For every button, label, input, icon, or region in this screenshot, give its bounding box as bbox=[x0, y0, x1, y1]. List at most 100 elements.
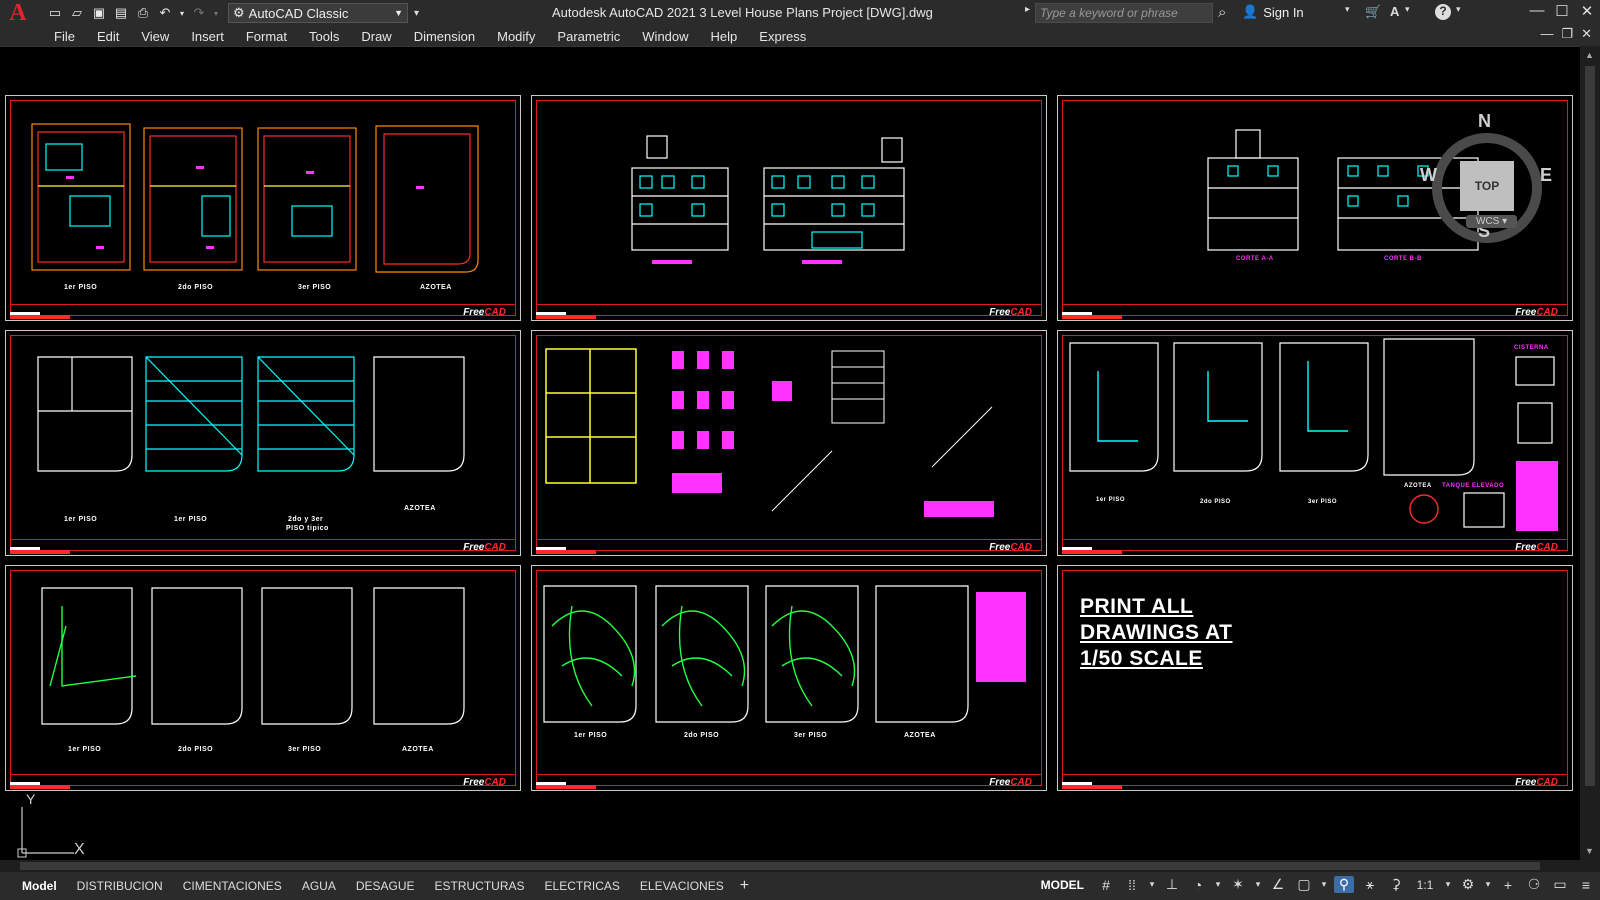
compass-north[interactable]: N bbox=[1478, 111, 1491, 132]
horizontal-scroll-thumb[interactable] bbox=[20, 862, 1540, 870]
vertical-scrollbar[interactable]: ▲ ▼ bbox=[1580, 46, 1600, 860]
redo-icon[interactable]: ↷ bbox=[190, 5, 208, 21]
save-as-icon[interactable]: ▤ bbox=[112, 5, 130, 21]
autodesk-a360-icon[interactable]: A bbox=[1390, 4, 1399, 19]
expand-arrow-icon[interactable]: ▸ bbox=[1025, 4, 1030, 15]
object-snap-dropdown-icon[interactable]: ▾ bbox=[1320, 879, 1328, 890]
help-icon[interactable]: ? bbox=[1435, 4, 1451, 20]
quick-properties-icon[interactable]: ▭ bbox=[1550, 876, 1570, 893]
sheet-drainage[interactable]: 1er PISO 2do PISO 3er PISO AZOTEA FreeCA… bbox=[5, 565, 521, 791]
doc-close-button[interactable]: ✕ bbox=[1581, 26, 1592, 42]
annotation-scale-icon[interactable]: ⚳ bbox=[1386, 876, 1406, 893]
sheet-elevations[interactable]: FreeCAD bbox=[531, 95, 1047, 321]
sheet-electrical[interactable]: 1er PISO 2do PISO 3er PISO AZOTEA FreeCA… bbox=[531, 565, 1047, 791]
gear-icon: ⚙ bbox=[233, 5, 245, 20]
snap-icon[interactable]: ⁞⁞ bbox=[1122, 877, 1142, 893]
model-space-button[interactable]: MODEL bbox=[1041, 878, 1084, 892]
units-icon[interactable]: ⚆ bbox=[1524, 876, 1544, 893]
plan-label: 2do PISO bbox=[684, 732, 720, 739]
menu-insert[interactable]: Insert bbox=[191, 29, 224, 44]
menu-edit[interactable]: Edit bbox=[97, 29, 119, 44]
polar-tracking-icon[interactable]: ◔ bbox=[1188, 877, 1208, 893]
freecad-brand: FreeCAD bbox=[1515, 307, 1558, 318]
snap-dropdown-icon[interactable]: ▾ bbox=[1148, 879, 1156, 890]
isodraft-icon[interactable]: ✶ bbox=[1228, 876, 1248, 893]
tab-estructuras[interactable]: ESTRUCTURAS bbox=[425, 879, 535, 893]
search-icon[interactable]: ⌕ bbox=[1218, 4, 1226, 21]
tab-cimentaciones[interactable]: CIMENTACIONES bbox=[173, 879, 292, 893]
menu-help[interactable]: Help bbox=[711, 29, 738, 44]
sheet-framing[interactable]: 1er PISO 1er PISO 2do y 3er PISO tipico … bbox=[5, 330, 521, 556]
tab-desague[interactable]: DESAGUE bbox=[346, 879, 425, 893]
drawing-canvas[interactable]: 1er PISO 2do PISO 3er PISO AZOTEA FreeCA… bbox=[0, 46, 1580, 860]
tab-electricas[interactable]: ELECTRICAS bbox=[535, 879, 630, 893]
annotation-monitor-icon[interactable]: + bbox=[1498, 877, 1518, 893]
help-dropdown-icon[interactable]: ▾ bbox=[1456, 4, 1461, 15]
vertical-scroll-thumb[interactable] bbox=[1585, 66, 1595, 786]
sheet-foundations[interactable]: FreeCAD bbox=[531, 330, 1047, 556]
tab-agua[interactable]: AGUA bbox=[292, 879, 346, 893]
autocad-logo-icon[interactable]: A bbox=[0, 0, 36, 26]
customize-qat-icon[interactable]: ▾ bbox=[414, 8, 419, 19]
cart-icon[interactable]: 🛒 bbox=[1365, 4, 1381, 20]
auto-scale-icon[interactable]: ⚹ bbox=[1360, 876, 1380, 893]
viewcube-top-face[interactable]: TOP bbox=[1460, 161, 1514, 211]
compass-west[interactable]: W bbox=[1420, 165, 1437, 186]
menu-parametric[interactable]: Parametric bbox=[557, 29, 620, 44]
maximize-button[interactable]: ☐ bbox=[1551, 2, 1573, 22]
add-layout-icon[interactable]: + bbox=[740, 877, 749, 895]
menu-view[interactable]: View bbox=[141, 29, 169, 44]
undo-icon[interactable]: ↶ bbox=[156, 5, 174, 21]
framing-drawing bbox=[37, 356, 465, 472]
sign-in-button[interactable]: 👤 Sign In bbox=[1242, 4, 1304, 20]
search-input[interactable]: Type a keyword or phrase bbox=[1035, 3, 1213, 23]
workspace-switcher[interactable]: ⚙ AutoCAD Classic ▼ bbox=[228, 3, 408, 23]
tab-model[interactable]: Model bbox=[12, 879, 67, 893]
polar-dropdown-icon[interactable]: ▾ bbox=[1214, 879, 1222, 890]
wcs-menu[interactable]: WCS ▾ bbox=[1466, 215, 1518, 228]
menu-format[interactable]: Format bbox=[246, 29, 287, 44]
grid-icon[interactable]: # bbox=[1096, 877, 1116, 893]
menu-window[interactable]: Window bbox=[642, 29, 688, 44]
quick-access-toolbar: ▭ ▱ ▣ ▤ ⎙ ↶ ▾ ↷ ▾ bbox=[46, 5, 220, 21]
menu-file[interactable]: File bbox=[54, 29, 75, 44]
tab-distribucion[interactable]: DISTRIBUCION bbox=[67, 879, 173, 893]
tab-elevaciones[interactable]: ELEVACIONES bbox=[630, 879, 734, 893]
doc-minimize-button[interactable]: — bbox=[1540, 26, 1553, 42]
sign-in-dropdown-icon[interactable]: ▾ bbox=[1345, 4, 1350, 15]
minimize-button[interactable]: — bbox=[1526, 2, 1548, 22]
isodraft-dropdown-icon[interactable]: ▾ bbox=[1254, 879, 1262, 890]
menu-tools[interactable]: Tools bbox=[309, 29, 339, 44]
viewcube[interactable]: N S W E TOP bbox=[1410, 109, 1560, 249]
annotation-visibility-icon[interactable]: ⚲ bbox=[1334, 876, 1354, 893]
menu-modify[interactable]: Modify bbox=[497, 29, 535, 44]
freecad-brand: FreeCAD bbox=[1515, 542, 1558, 553]
horizontal-scrollbar[interactable] bbox=[0, 860, 1600, 872]
menu-express[interactable]: Express bbox=[759, 29, 806, 44]
scroll-down-icon[interactable]: ▼ bbox=[1585, 846, 1594, 856]
a360-dropdown-icon[interactable]: ▾ bbox=[1405, 4, 1410, 15]
annotation-scale-value[interactable]: 1:1 bbox=[1412, 878, 1438, 892]
doc-restore-button[interactable]: ❐ bbox=[1561, 26, 1573, 42]
detail-label: TANQUE ELEVADO bbox=[1442, 483, 1505, 489]
object-snap-icon[interactable]: ▢ bbox=[1294, 876, 1314, 893]
compass-east[interactable]: E bbox=[1540, 165, 1552, 186]
workspace-switching-icon[interactable]: ⚙ bbox=[1458, 876, 1478, 893]
object-snap-tracking-icon[interactable]: ∠ bbox=[1268, 876, 1288, 893]
open-folder-icon[interactable]: ▱ bbox=[68, 5, 86, 21]
scale-dropdown-icon[interactable]: ▾ bbox=[1444, 879, 1452, 890]
scroll-up-icon[interactable]: ▲ bbox=[1585, 50, 1594, 60]
print-icon[interactable]: ⎙ bbox=[134, 5, 152, 21]
ortho-icon[interactable]: ⊥ bbox=[1162, 876, 1182, 893]
sheet-floor-plans[interactable]: 1er PISO 2do PISO 3er PISO AZOTEA FreeCA… bbox=[5, 95, 521, 321]
save-icon[interactable]: ▣ bbox=[90, 5, 108, 21]
undo-dropdown-icon[interactable]: ▾ bbox=[178, 5, 186, 21]
workspace-dropdown-icon[interactable]: ▾ bbox=[1484, 879, 1492, 890]
sheet-water-supply[interactable]: 1er PISO 2do PISO 3er PISO AZOTEA CISTER… bbox=[1057, 330, 1573, 556]
new-file-icon[interactable]: ▭ bbox=[46, 5, 64, 21]
redo-dropdown-icon[interactable]: ▾ bbox=[212, 5, 220, 21]
close-button[interactable]: ✕ bbox=[1576, 2, 1598, 22]
menu-dimension[interactable]: Dimension bbox=[414, 29, 475, 44]
customization-icon[interactable]: ≡ bbox=[1576, 877, 1596, 893]
menu-draw[interactable]: Draw bbox=[361, 29, 391, 44]
